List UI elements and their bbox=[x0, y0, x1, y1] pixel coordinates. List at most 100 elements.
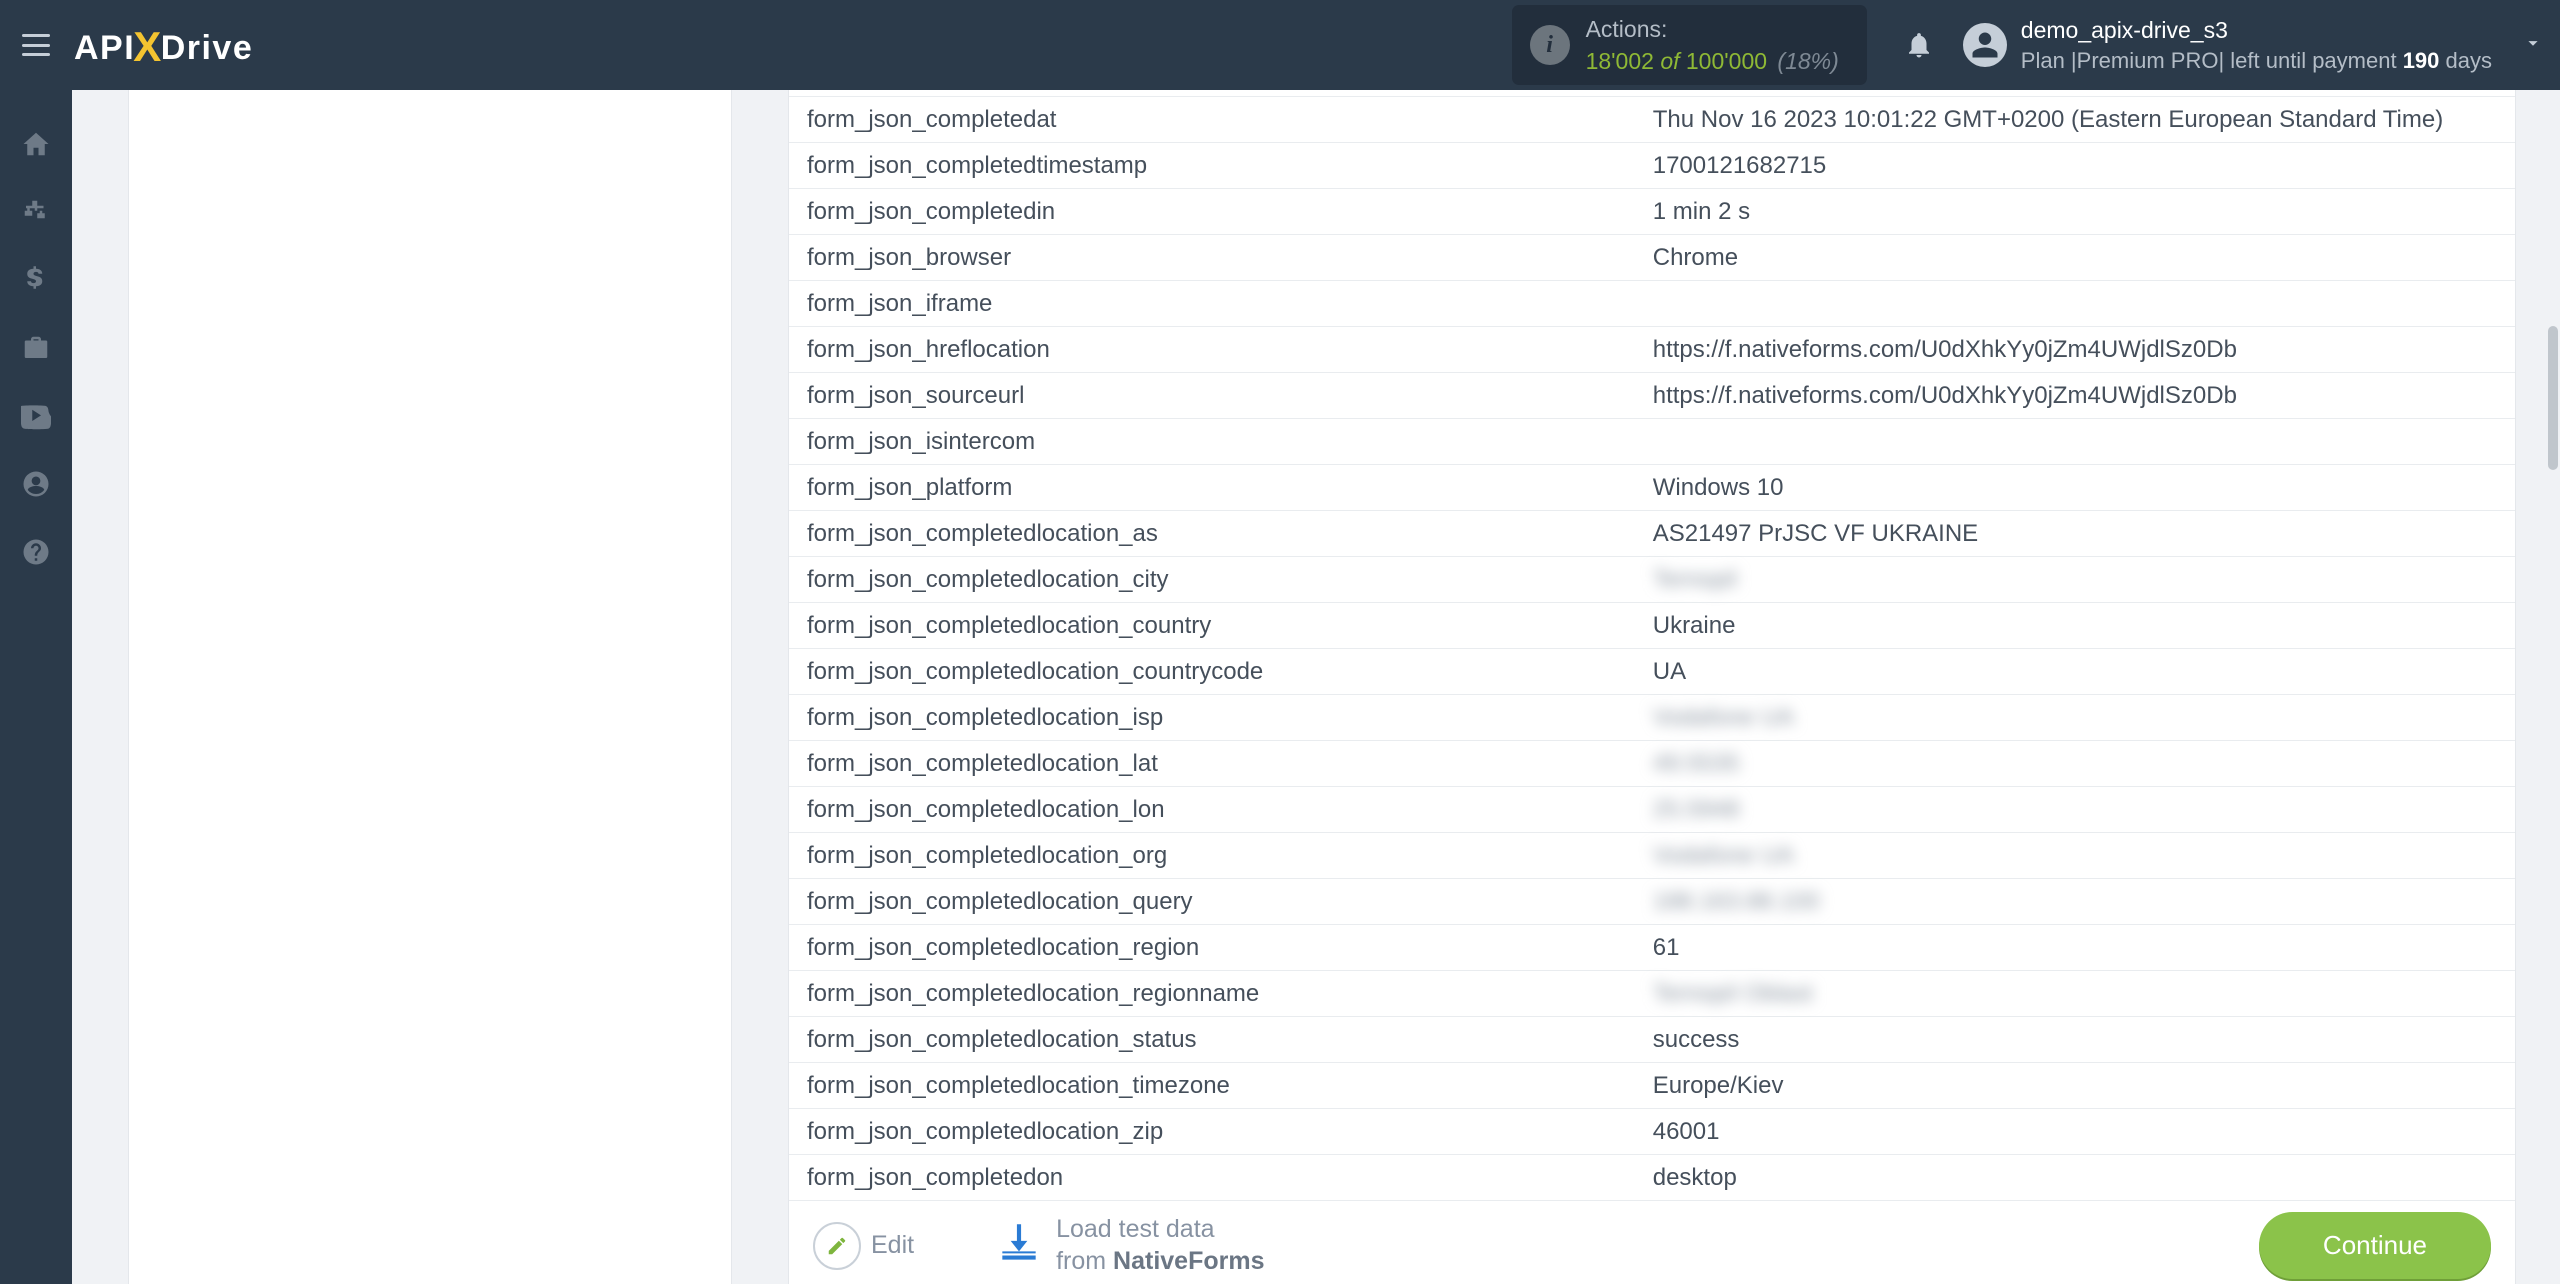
sidebar-item-help[interactable] bbox=[0, 518, 72, 586]
row-value: 1700121682715 bbox=[1635, 143, 2515, 189]
row-key: form_json_sourceurl bbox=[789, 373, 1635, 419]
sidebar bbox=[0, 90, 72, 1284]
row-key: form_json_completedlocation_zip bbox=[789, 1109, 1635, 1155]
table-row: form_json_platformWindows 10 bbox=[789, 465, 2515, 511]
table-row: form_json_isintercom bbox=[789, 419, 2515, 465]
row-key: form_json_completedtimestamp bbox=[789, 143, 1635, 189]
help-icon bbox=[21, 537, 51, 567]
row-value: Thu Nov 16 2023 10:01:22 GMT+0200 (Easte… bbox=[1635, 97, 2515, 143]
row-key: form_json_completedlocation_org bbox=[789, 833, 1635, 879]
table-row: form_json_completedlocation_query188.163… bbox=[789, 879, 2515, 925]
row-value: Ternopil Oblast bbox=[1635, 971, 2515, 1017]
row-key: form_json_platform bbox=[789, 465, 1635, 511]
table-row: form_json_completedlocation_region61 bbox=[789, 925, 2515, 971]
table-row: form_json_completedondesktop bbox=[789, 1155, 2515, 1201]
edit-icon-circle bbox=[813, 1222, 861, 1270]
load-title: Load test data bbox=[1056, 1214, 1264, 1245]
main-panel: form_json_completed1form_json_completeda… bbox=[788, 90, 2516, 1284]
menu-toggle-button[interactable] bbox=[0, 0, 72, 90]
row-value: https://f.nativeforms.com/U0dXhkYy0jZm4U… bbox=[1635, 327, 2515, 373]
row-key: form_json_completedat bbox=[789, 97, 1635, 143]
row-value: AS21497 PrJSC VF UKRAINE bbox=[1635, 511, 2515, 557]
notifications-button[interactable] bbox=[1891, 30, 1947, 60]
table-row: form_json_completedlocation_countryUkrai… bbox=[789, 603, 2515, 649]
row-value: 61 bbox=[1635, 925, 2515, 971]
sidebar-item-connections[interactable] bbox=[0, 178, 72, 246]
table-row: form_json_completedlocation_zip46001 bbox=[789, 1109, 2515, 1155]
row-value: Chrome bbox=[1635, 235, 2515, 281]
load-test-data-button[interactable]: Load test data from NativeForms bbox=[994, 1214, 1264, 1277]
left-panel bbox=[128, 90, 732, 1284]
sidebar-item-youtube[interactable] bbox=[0, 382, 72, 450]
user-dropdown-toggle[interactable] bbox=[2522, 32, 2544, 59]
row-value: Ukraine bbox=[1635, 603, 2515, 649]
youtube-icon bbox=[21, 401, 51, 431]
row-value: Vodafone UA bbox=[1635, 833, 2515, 879]
table-row: form_json_hreflocationhttps://f.nativefo… bbox=[789, 327, 2515, 373]
continue-button[interactable]: Continue bbox=[2259, 1212, 2491, 1279]
row-key: form_json_hreflocation bbox=[789, 327, 1635, 373]
row-value bbox=[1635, 419, 2515, 465]
user-menu[interactable]: demo_apix-drive_s3 Plan |Premium PRO| le… bbox=[1963, 14, 2522, 77]
table-row: form_json_completedtimestamp170012168271… bbox=[789, 143, 2515, 189]
table-row: form_json_completedlocation_ispVodafone … bbox=[789, 695, 2515, 741]
sitemap-icon bbox=[21, 197, 51, 227]
table-row: form_json_completedlocation_lat49.5535 bbox=[789, 741, 2515, 787]
row-value: success bbox=[1635, 1017, 2515, 1063]
actions-counter[interactable]: i Actions: 18'002 of 100'000 (18%) bbox=[1512, 5, 1867, 85]
sidebar-item-billing[interactable] bbox=[0, 246, 72, 314]
row-key: form_json_completedlocation_as bbox=[789, 511, 1635, 557]
content-area: form_json_completed1form_json_completeda… bbox=[72, 90, 2560, 1284]
data-table: form_json_completed1form_json_completeda… bbox=[789, 90, 2515, 1201]
table-row: form_json_completedlocation_regionnameTe… bbox=[789, 971, 2515, 1017]
actions-value: 18'002 of 100'000 (18%) bbox=[1586, 45, 1839, 77]
sidebar-item-home[interactable] bbox=[0, 110, 72, 178]
table-row: form_json_completedlocation_orgVodafone … bbox=[789, 833, 2515, 879]
table-row: form_json_iframe bbox=[789, 281, 2515, 327]
table-row: form_json_completedlocation_lon25.5948 bbox=[789, 787, 2515, 833]
top-header: APIXDrive i Actions: 18'002 of 100'000 (… bbox=[0, 0, 2560, 90]
edit-button[interactable]: Edit bbox=[813, 1222, 914, 1270]
scrollbar-thumb[interactable] bbox=[2548, 326, 2558, 470]
actions-text: Actions: 18'002 of 100'000 (18%) bbox=[1586, 13, 1839, 77]
table-row: form_json_browserChrome bbox=[789, 235, 2515, 281]
download-icon bbox=[994, 1218, 1044, 1273]
row-value: Europe/Kiev bbox=[1635, 1063, 2515, 1109]
row-value: UA bbox=[1635, 649, 2515, 695]
user-plan: Plan |Premium PRO| left until payment 19… bbox=[2021, 46, 2492, 77]
row-key: form_json_completedon bbox=[789, 1155, 1635, 1201]
row-value: https://f.nativeforms.com/U0dXhkYy0jZm4U… bbox=[1635, 373, 2515, 419]
table-row: form_json_completedlocation_cityTernopil bbox=[789, 557, 2515, 603]
logo-text-drive: Drive bbox=[161, 29, 254, 68]
action-row: Edit Load test data from NativeForms Con… bbox=[813, 1212, 2491, 1279]
row-key: form_json_completedlocation_region bbox=[789, 925, 1635, 971]
table-row: form_json_sourceurlhttps://f.nativeforms… bbox=[789, 373, 2515, 419]
row-key: form_json_iframe bbox=[789, 281, 1635, 327]
row-value: Vodafone UA bbox=[1635, 695, 2515, 741]
home-icon bbox=[21, 129, 51, 159]
info-icon: i bbox=[1530, 25, 1570, 65]
load-text: Load test data from NativeForms bbox=[1056, 1214, 1264, 1277]
sidebar-item-projects[interactable] bbox=[0, 314, 72, 382]
row-key: form_json_completedlocation_lon bbox=[789, 787, 1635, 833]
row-key: form_json_completedlocation_status bbox=[789, 1017, 1635, 1063]
row-value: 1 min 2 s bbox=[1635, 189, 2515, 235]
row-key: form_json_completedlocation_lat bbox=[789, 741, 1635, 787]
row-key: form_json_completedlocation_city bbox=[789, 557, 1635, 603]
row-key: form_json_completedlocation_country bbox=[789, 603, 1635, 649]
logo[interactable]: APIXDrive bbox=[74, 21, 253, 69]
avatar bbox=[1963, 23, 2007, 67]
row-key: form_json_completedlocation_regionname bbox=[789, 971, 1635, 1017]
briefcase-icon bbox=[21, 333, 51, 363]
load-subtitle: from NativeForms bbox=[1056, 1246, 1264, 1277]
row-value: 188.163.88.100 bbox=[1635, 879, 2515, 925]
chevron-down-icon bbox=[2522, 32, 2544, 54]
row-key: form_json_isintercom bbox=[789, 419, 1635, 465]
table-row: form_json_completedlocation_timezoneEuro… bbox=[789, 1063, 2515, 1109]
user-info: demo_apix-drive_s3 Plan |Premium PRO| le… bbox=[2021, 14, 2492, 77]
actions-label: Actions: bbox=[1586, 13, 1839, 45]
table-row: form_json_completedin1 min 2 s bbox=[789, 189, 2515, 235]
logo-text-api: API bbox=[74, 29, 135, 68]
sidebar-item-account[interactable] bbox=[0, 450, 72, 518]
user-circle-icon bbox=[21, 469, 51, 499]
